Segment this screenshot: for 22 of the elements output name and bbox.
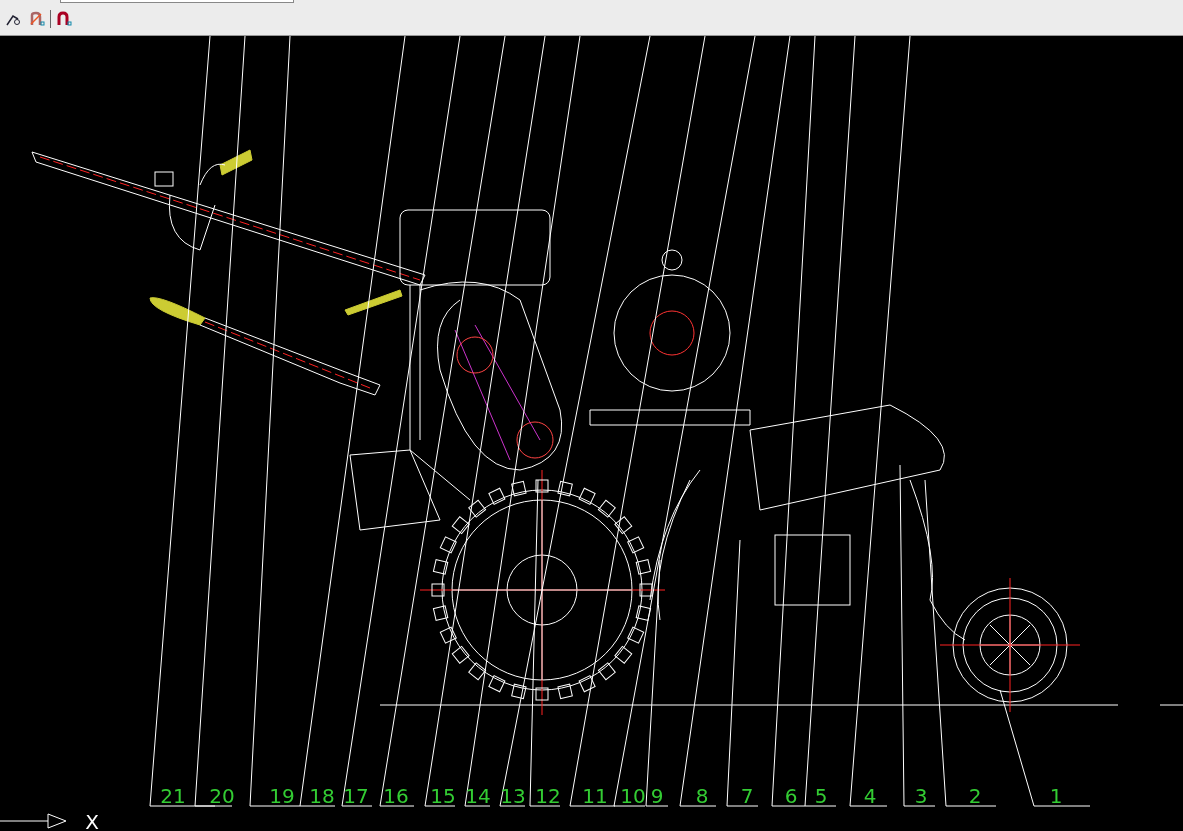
part-number-label: 11 xyxy=(582,784,608,808)
part-number-label: 8 xyxy=(695,784,709,808)
part-number-label: 1 xyxy=(1049,784,1063,808)
part-number-label: 20 xyxy=(209,784,235,808)
part-number-label: 7 xyxy=(740,784,754,808)
part-number-label: 2 xyxy=(968,784,982,808)
part-number-label: 6 xyxy=(784,784,798,808)
part-number-label: 19 xyxy=(269,784,295,808)
part-number-label: 15 xyxy=(430,784,456,808)
part-number-label: 17 xyxy=(343,784,369,808)
axis-label: X xyxy=(85,810,99,831)
part-number-label: 16 xyxy=(383,784,409,808)
part-number-label: 12 xyxy=(535,784,561,808)
part-number-label: 5 xyxy=(814,784,828,808)
part-number-label: 18 xyxy=(309,784,335,808)
part-number-label: 9 xyxy=(650,784,664,808)
part-number-label: 14 xyxy=(465,784,491,808)
part-number-label: 4 xyxy=(863,784,877,808)
part-number-label: 21 xyxy=(160,784,186,808)
part-number-label: 10 xyxy=(620,784,646,808)
part-number-label: 3 xyxy=(914,784,928,808)
part-number-label: 13 xyxy=(500,784,526,808)
